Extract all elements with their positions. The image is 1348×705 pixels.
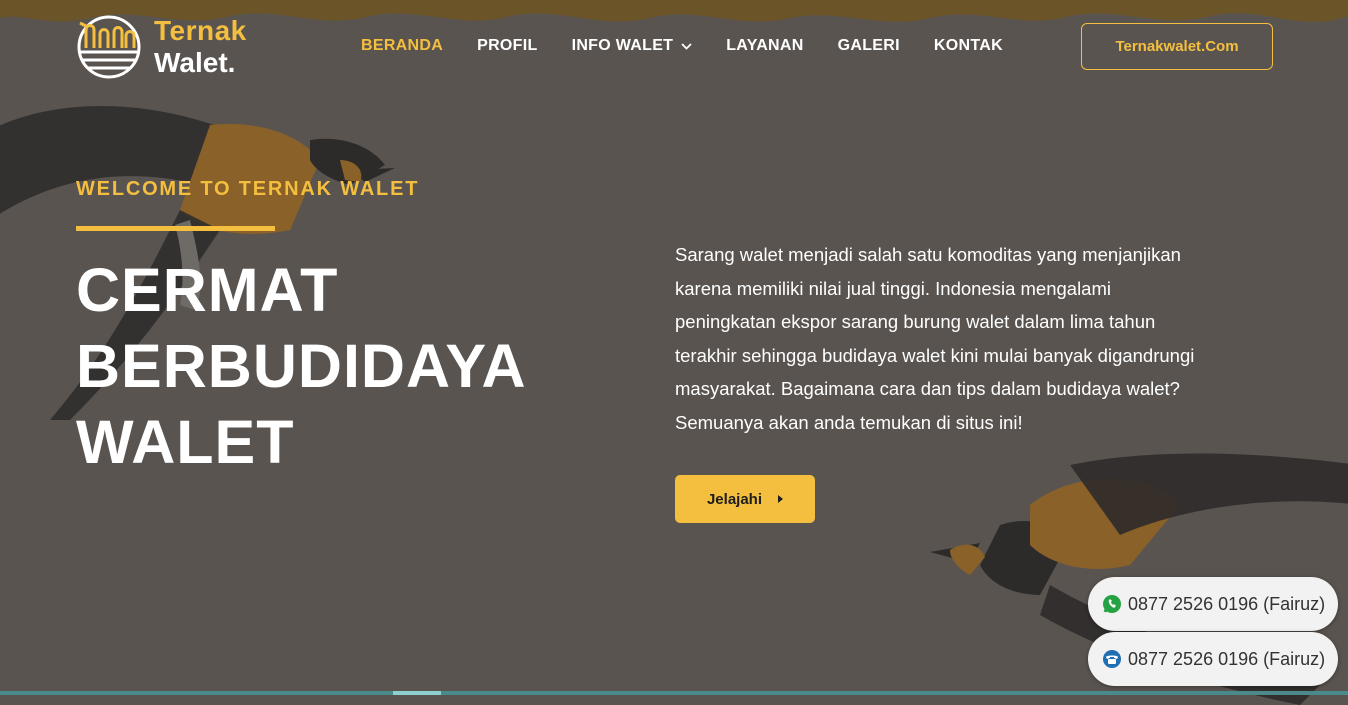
nav-item-profil[interactable]: PROFIL xyxy=(477,37,537,55)
brand-name-line2: Walet. xyxy=(154,47,236,78)
site-header: Ternak Walet. BERANDA PROFIL INFO WALET … xyxy=(0,0,1348,95)
caret-right-icon xyxy=(778,495,784,503)
brand-name-line1: Ternak xyxy=(154,15,247,46)
whatsapp-icon xyxy=(1103,595,1121,613)
contact-text: 0877 2526 0196 (Fairuz) xyxy=(1128,648,1326,669)
bottom-accent xyxy=(393,691,441,695)
hero-title-line: BERBUDIDAYA xyxy=(76,332,527,400)
explore-button-label: Jelajahi xyxy=(706,490,763,508)
hero-eyebrow: WELCOME TO TERNAK WALET xyxy=(76,178,420,200)
contact-text: 0877 2526 0196 (Fairuz) xyxy=(1128,593,1326,614)
whatsapp-contact-button[interactable]: 0877 2526 0196 (Fairuz) xyxy=(1088,577,1338,631)
hero-title-line: WALET xyxy=(76,408,295,476)
site-link-button[interactable]: Ternakwalet.Com xyxy=(1081,23,1273,70)
main-nav: BERANDA PROFIL INFO WALET LAYANAN GALERI… xyxy=(361,37,1037,55)
chevron-down-icon xyxy=(681,42,692,50)
phone-contact-button[interactable]: 0877 2526 0196 (Fairuz) xyxy=(1088,632,1338,686)
hero-title: CERMAT BERBUDIDAYA WALET xyxy=(76,252,527,480)
hero-title-line: CERMAT xyxy=(76,256,339,324)
eyebrow-underline xyxy=(76,226,275,231)
phone-icon xyxy=(1103,650,1121,668)
nav-item-info-walet-label: INFO WALET xyxy=(571,37,674,54)
nav-item-kontak[interactable]: KONTAK xyxy=(934,37,1003,55)
nav-item-galeri[interactable]: GALERI xyxy=(838,37,900,55)
nav-item-beranda[interactable]: BERANDA xyxy=(361,37,443,55)
bottom-strip xyxy=(0,691,1348,695)
nav-item-info-walet[interactable]: INFO WALET xyxy=(572,37,693,55)
brand-logo[interactable]: Ternak Walet. xyxy=(76,14,247,80)
explore-button[interactable]: Jelajahi xyxy=(675,475,815,523)
nav-item-layanan[interactable]: LAYANAN xyxy=(726,37,803,55)
nest-logo-icon xyxy=(77,15,141,79)
hero-description: Sarang walet menjadi salah satu komodita… xyxy=(675,244,1195,433)
